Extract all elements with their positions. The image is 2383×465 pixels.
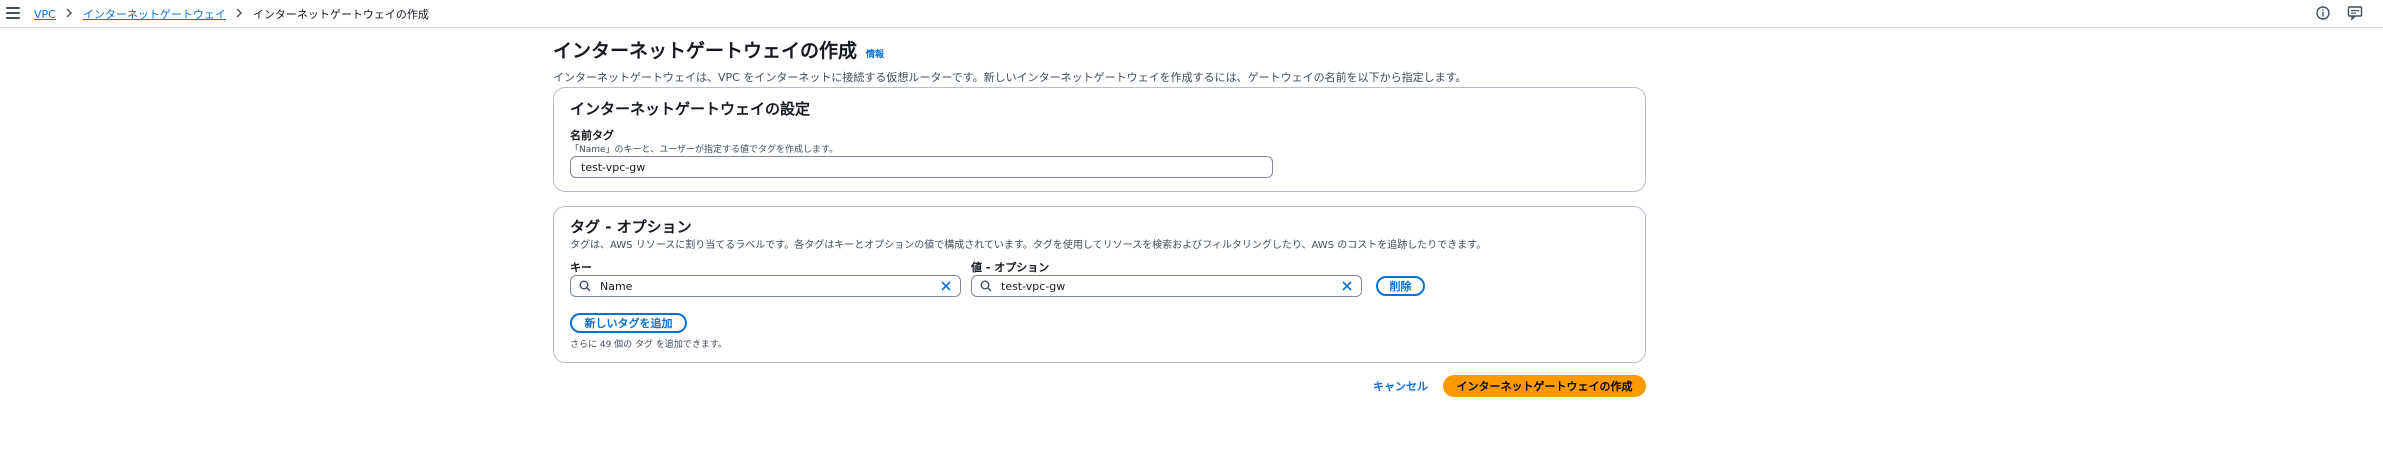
name-tag-input[interactable]: test-vpc-gw	[570, 156, 1273, 178]
search-icon	[980, 280, 992, 292]
info-circle-icon[interactable]	[2315, 5, 2331, 21]
tag-value-input[interactable]: test-vpc-gw	[971, 275, 1362, 297]
tags-title: タグ - オプション	[570, 218, 692, 236]
gateway-settings-panel: インターネットゲートウェイの設定 名前タグ 「Name」のキーと、ユーザーが指定…	[553, 87, 1646, 192]
close-icon[interactable]	[1341, 280, 1353, 292]
close-icon[interactable]	[940, 280, 952, 292]
tags-panel: タグ - オプション タグは、AWS リソースに割り当てるラベルです。各タグはキ…	[553, 206, 1646, 363]
tag-key-input[interactable]: Name	[570, 275, 961, 297]
tag-key-label: キー	[570, 261, 592, 274]
chevron-right-icon	[66, 7, 73, 21]
name-tag-hint: 「Name」のキーと、ユーザーが指定する値でタグを作成します。	[570, 145, 839, 155]
search-icon	[579, 280, 591, 292]
tag-key-value: Name	[600, 279, 633, 293]
settings-title: インターネットゲートウェイの設定	[570, 100, 811, 118]
breadcrumb-link-internet-gateways[interactable]: インターネットゲートウェイ	[83, 6, 226, 22]
cancel-button[interactable]: キャンセル	[1373, 378, 1428, 394]
remaining-tags-note: さらに 49 個の タグ を追加できます。	[570, 340, 727, 350]
menu-icon[interactable]	[6, 7, 20, 19]
feedback-icon[interactable]	[2347, 5, 2363, 21]
tag-value-value: test-vpc-gw	[1001, 279, 1066, 293]
remove-tag-button[interactable]: 削除	[1376, 276, 1425, 296]
breadcrumb: VPC インターネットゲートウェイ インターネットゲートウェイの作成	[34, 6, 429, 22]
tag-value-label: 値 - オプション	[971, 261, 1050, 274]
breadcrumb-current: インターネットゲートウェイの作成	[252, 8, 429, 21]
info-link[interactable]: 情報	[866, 47, 884, 60]
page-header: インターネットゲートウェイの作成 情報 インターネットゲートウェイは、VPC を…	[553, 36, 1647, 85]
create-internet-gateway-button[interactable]: インターネットゲートウェイの作成	[1443, 375, 1646, 397]
page-description: インターネットゲートウェイは、VPC をインターネットに接続する仮想ルーターです…	[553, 71, 1467, 84]
add-tag-button[interactable]: 新しいタグを追加	[570, 313, 687, 333]
name-tag-label: 名前タグ	[570, 129, 614, 142]
page-title-row: インターネットゲートウェイの作成 情報	[553, 36, 1647, 63]
page-title: インターネットゲートウェイの作成	[553, 40, 858, 62]
chevron-right-icon	[236, 7, 243, 21]
tags-description: タグは、AWS リソースに割り当てるラベルです。各タグはキーとオプションの値で構…	[570, 240, 1487, 251]
breadcrumb-link-vpc[interactable]: VPC	[34, 8, 56, 21]
top-navigation-bar: VPC インターネットゲートウェイ インターネットゲートウェイの作成	[0, 0, 2383, 28]
